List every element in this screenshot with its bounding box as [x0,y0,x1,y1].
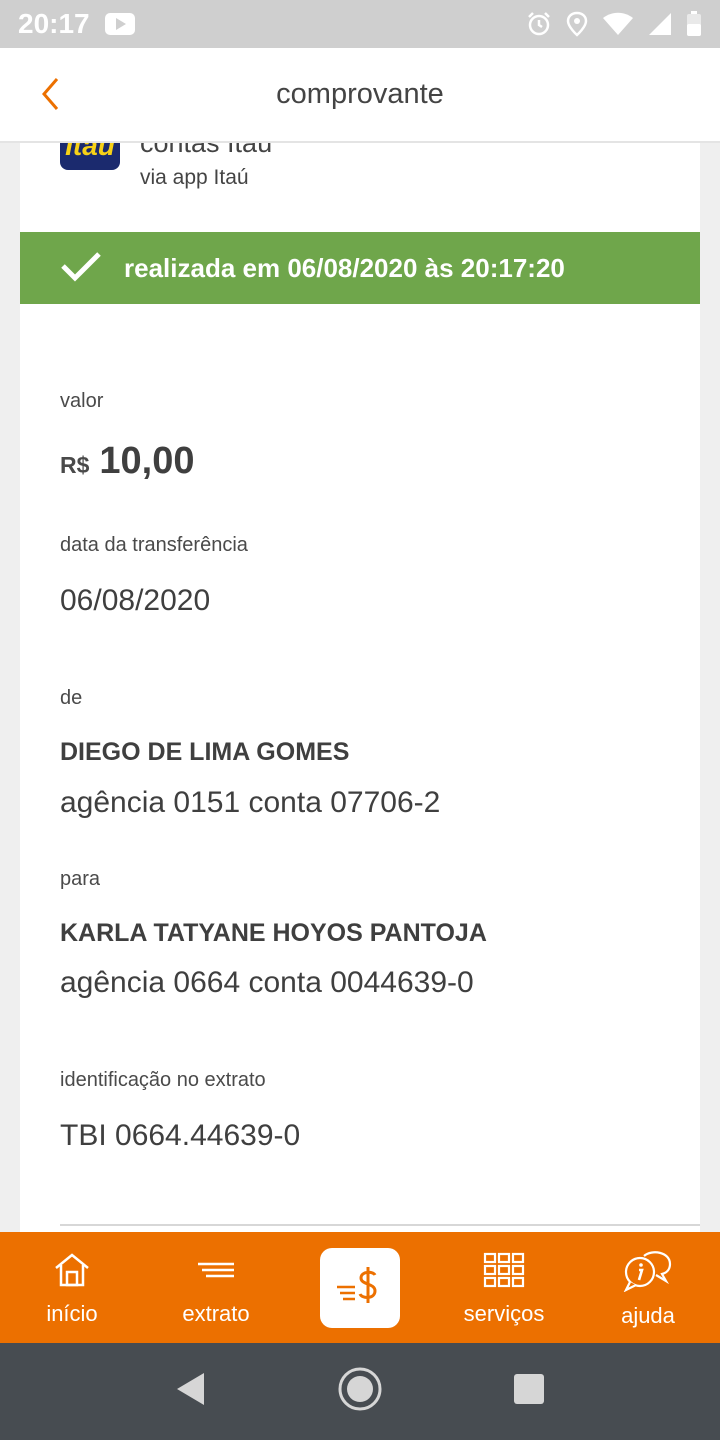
youtube-icon [104,12,136,36]
nav-item-extrato[interactable]: extrato [144,1232,288,1343]
currency: R$ [60,452,90,478]
signal-icon [648,12,672,36]
page-title: comprovante [276,78,444,110]
origin-subtitle: via app Itaú [140,166,249,189]
home-nav-button[interactable] [337,1366,383,1417]
statement-icon [196,1250,236,1295]
receipt-card: Itaú contas Itaú via app Itaú realizada … [20,100,700,1232]
nav-item-ajuda[interactable]: ajuda [576,1232,720,1343]
location-icon [566,11,588,37]
status-bar: 20:17 [0,0,720,48]
grid-icon [483,1250,525,1295]
circle-home-icon [337,1366,383,1417]
bottom-nav: início extrato serviços ajuda [0,1232,720,1343]
amount-value: R$ 10,00 [60,440,195,483]
to-label: para [60,868,101,890]
status-left: 20:17 [18,8,136,40]
from-name: DIEGO DE LIMA GOMES [60,738,350,766]
nav-item-inicio[interactable]: início [0,1232,144,1343]
amount-label: valor [60,390,104,412]
status-right [526,11,702,37]
pay-button[interactable] [320,1247,400,1328]
nav-item-servicos[interactable]: serviços [432,1232,576,1343]
nav-item-pay[interactable] [288,1232,432,1343]
app-bar: comprovante [0,48,720,143]
statement-id: TBI 0664.44639-0 [60,1119,301,1152]
recents-nav-button[interactable] [512,1372,546,1411]
chevron-left-icon [39,76,61,117]
system-nav-bar [0,1343,720,1440]
back-nav-button[interactable] [174,1371,208,1412]
checkmark-icon [60,250,102,287]
statement-label: identificação no extrato [60,1069,266,1091]
to-name: KARLA TATYANE HOYOS PANTOJA [60,919,487,947]
divider [60,1224,700,1226]
triangle-back-icon [174,1371,208,1412]
status-time: 20:17 [18,8,90,39]
nav-label-ajuda: ajuda [621,1303,675,1328]
nav-label-servicos: serviços [463,1301,545,1326]
amount: 10,00 [99,440,195,482]
pay-icon [335,1263,385,1312]
alarm-icon [526,11,552,37]
nav-label-inicio: início [46,1301,98,1326]
back-button[interactable] [30,74,70,118]
from-account: agência 0151 conta 07706-2 [60,786,441,819]
transfer-date: 06/08/2020 [60,584,211,617]
success-banner: realizada em 06/08/2020 às 20:17:20 [20,232,700,304]
to-account: agência 0664 conta 0044639-0 [60,966,474,999]
success-text: realizada em 06/08/2020 às 20:17:20 [124,252,565,283]
date-label: data da transferência [60,534,248,556]
nav-label-extrato: extrato [182,1301,250,1326]
home-icon [52,1250,92,1295]
square-recents-icon [512,1372,546,1411]
help-chat-icon [622,1250,674,1297]
wifi-icon [602,12,634,36]
battery-icon [686,11,702,37]
from-label: de [60,687,83,709]
